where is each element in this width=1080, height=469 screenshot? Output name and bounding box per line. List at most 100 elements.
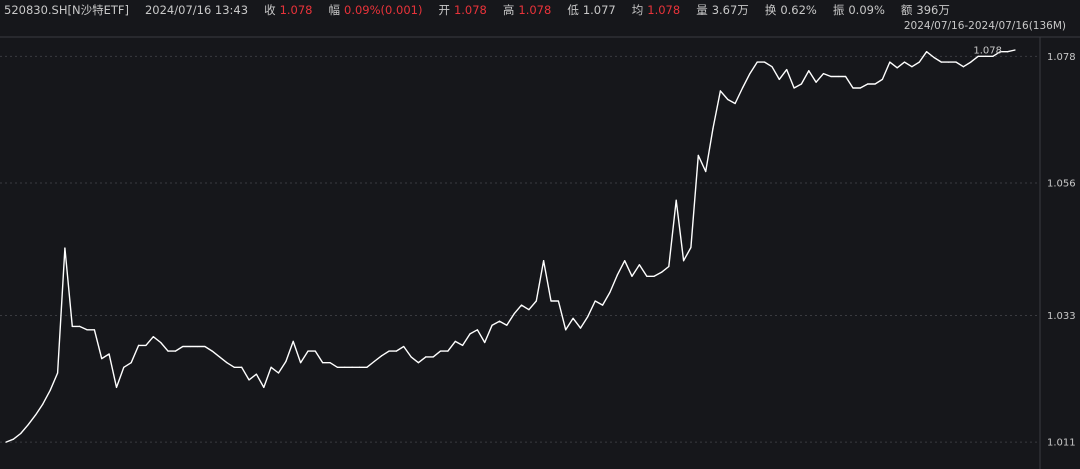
- price-point: [719, 90, 722, 92]
- price-point: [79, 325, 81, 327]
- price-point: [152, 336, 154, 338]
- price-point: [955, 61, 957, 63]
- price-point: [506, 324, 508, 326]
- price-point: [682, 260, 685, 262]
- price-point: [447, 350, 449, 352]
- price-point: [668, 265, 670, 268]
- price-point: [690, 246, 692, 249]
- price-point: [933, 56, 935, 59]
- price-point: [520, 304, 523, 306]
- price-point: [410, 356, 412, 358]
- price-point: [793, 87, 795, 89]
- price-point: [543, 260, 545, 262]
- price-point: [263, 386, 265, 389]
- price-point: [660, 271, 663, 273]
- price-point: [204, 345, 206, 348]
- price-point: [756, 61, 758, 63]
- price-point: [454, 340, 456, 342]
- price-point: [727, 98, 729, 101]
- price-point: [20, 432, 22, 435]
- price-point: [1014, 49, 1016, 51]
- price-point: [388, 350, 390, 352]
- price-line-chart: 1.078 1.056 1.033 1.011 1.078: [0, 36, 1080, 469]
- price-point: [616, 274, 618, 276]
- price-point: [859, 87, 861, 89]
- price-point: [675, 199, 677, 201]
- price-point: [86, 329, 88, 331]
- price-point: [962, 66, 965, 68]
- price-point: [344, 366, 346, 368]
- price-point: [535, 300, 537, 302]
- last-value-label: 1.078: [973, 46, 1002, 57]
- price-point: [889, 61, 891, 63]
- price-point: [417, 362, 420, 364]
- y-tick-label: 1.078: [1047, 52, 1076, 63]
- price-point: [484, 341, 486, 344]
- price-point: [270, 366, 272, 368]
- price-point: [609, 291, 611, 294]
- price-point: [285, 360, 287, 363]
- price-point: [579, 327, 582, 329]
- price-point: [255, 373, 258, 375]
- price-point: [918, 61, 920, 63]
- price-point: [49, 389, 51, 391]
- price-point: [867, 83, 869, 85]
- price-point: [852, 87, 854, 89]
- price-point: [351, 366, 353, 368]
- price-point: [12, 438, 14, 440]
- price-point: [565, 329, 567, 331]
- price-point: [926, 51, 928, 53]
- price-point: [940, 61, 942, 63]
- price-point: [572, 317, 574, 319]
- price-point: [712, 127, 714, 129]
- price-point: [557, 300, 559, 302]
- price-point: [800, 83, 803, 85]
- price-point: [64, 247, 66, 249]
- price-point: [167, 350, 169, 352]
- price-point: [786, 68, 788, 71]
- price-point: [432, 356, 434, 358]
- price-point: [911, 66, 913, 68]
- price-point: [771, 66, 773, 68]
- price-point: [145, 344, 147, 346]
- price-point: [314, 350, 316, 352]
- price-point: [196, 345, 199, 348]
- price-point: [93, 329, 95, 331]
- price-point: [808, 70, 810, 72]
- price-point: [71, 325, 73, 327]
- price-point: [697, 154, 699, 156]
- price-point: [5, 441, 7, 443]
- price-point: [233, 366, 235, 368]
- price-point: [101, 358, 103, 360]
- price-point: [174, 350, 176, 352]
- price-point: [160, 341, 162, 344]
- price-point: [653, 275, 655, 277]
- price-point: [299, 362, 302, 364]
- price-point: [601, 304, 604, 306]
- price-point: [528, 309, 530, 311]
- price-point: [763, 61, 766, 63]
- price-point: [903, 61, 906, 63]
- price-point: [815, 81, 817, 83]
- price-point: [248, 379, 250, 381]
- price-point: [896, 67, 898, 69]
- price-point: [277, 372, 280, 374]
- price-point: [425, 356, 427, 358]
- price-point: [1007, 51, 1009, 53]
- price-point: [469, 333, 471, 335]
- price-point: [226, 362, 228, 364]
- price-point: [56, 372, 59, 374]
- price-point: [498, 320, 501, 322]
- price-point: [749, 73, 751, 75]
- price-point: [358, 366, 361, 368]
- price-point: [874, 83, 876, 85]
- y-tick-label: 1.011: [1047, 438, 1076, 449]
- price-series-line: [5, 49, 1016, 443]
- price-point: [837, 75, 839, 78]
- price-point: [734, 102, 736, 105]
- price-point: [395, 350, 397, 352]
- price-point: [822, 73, 825, 75]
- price-point: [830, 75, 832, 78]
- price-point: [624, 260, 626, 262]
- price-point: [123, 366, 125, 368]
